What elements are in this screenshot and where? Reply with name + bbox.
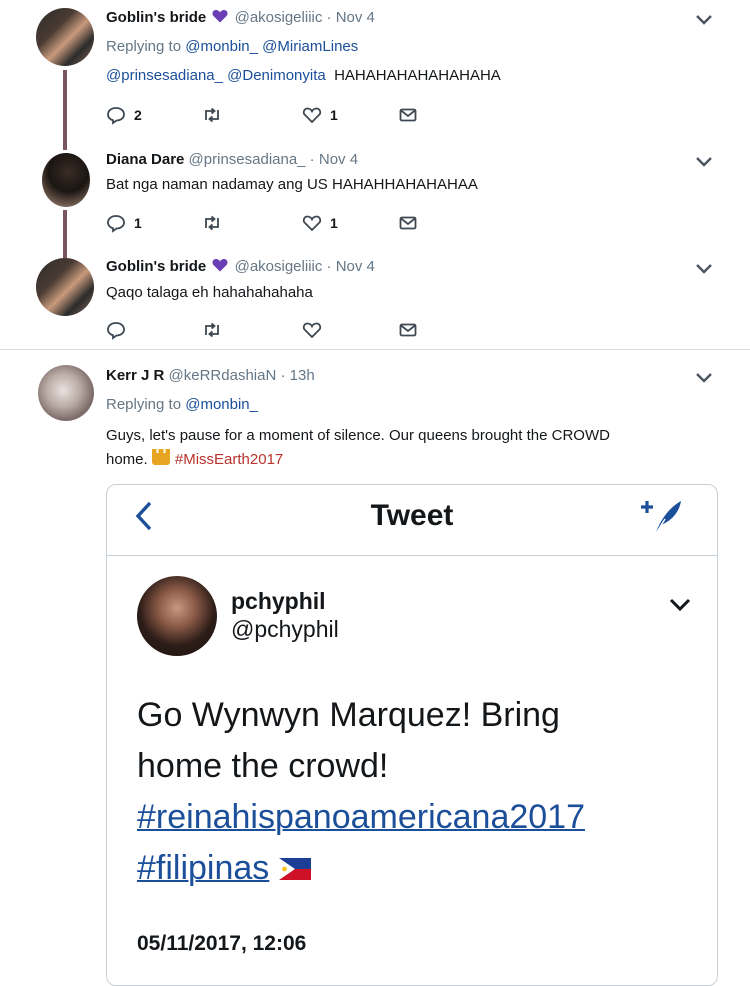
avatar[interactable] <box>42 153 90 207</box>
tweet-text: Bat nga naman nadamay ang US HAHAHHAHAHA… <box>106 176 478 193</box>
avatar[interactable] <box>36 258 94 316</box>
compose-tweet-icon <box>641 501 681 536</box>
embedded-author-handle: @pchyphil <box>231 616 339 642</box>
purple-heart-icon <box>212 259 228 272</box>
replying-to: Replying to @monbin_ @MiriamLines <box>106 38 358 55</box>
embedded-text-line: home the crowd! <box>137 747 389 785</box>
reply-count: 2 <box>134 107 142 123</box>
user-handle[interactable]: @akosigeliiic <box>235 9 323 26</box>
like-button[interactable] <box>302 319 322 341</box>
tweet-text-line: home. #MissEarth2017 <box>106 449 283 468</box>
mention-link[interactable]: @Denimonyita <box>227 67 326 84</box>
tweet-text-line: Guys, let's pause for a moment of silenc… <box>106 427 610 444</box>
embedded-author-name: pchyphil <box>231 588 326 614</box>
tweet-body: HAHAHAHAHAHAHAHA <box>334 67 501 84</box>
embedded-tweet-text: Go Wynwyn Marquez! Bring home the crowd!… <box>137 690 697 894</box>
dm-button[interactable] <box>398 212 418 234</box>
retweet-button[interactable] <box>202 212 222 234</box>
heart-icon <box>302 322 322 339</box>
crown-emoji-icon <box>151 449 170 465</box>
chevron-down-icon[interactable] <box>694 370 714 386</box>
retweet-icon <box>205 107 219 123</box>
timestamp[interactable]: Nov 4 <box>336 258 375 275</box>
embedded-hashtag: #reinahispanoamericana2017 <box>137 798 585 836</box>
embedded-avatar <box>137 576 217 656</box>
separator-dot: · <box>322 9 336 26</box>
reply-mention[interactable]: @MiriamLines <box>262 38 358 55</box>
like-button[interactable]: 1 <box>302 104 338 126</box>
embedded-date: 05/11/2017, 12:06 <box>137 932 307 955</box>
reply-icon <box>107 215 125 233</box>
replying-to-label: Replying to <box>106 396 186 413</box>
tweet-actions <box>106 319 426 341</box>
heart-icon <box>302 215 322 232</box>
heart-icon <box>302 107 322 124</box>
tweet-header: Goblin's bride @akosigeliiic · Nov 4 <box>106 258 375 275</box>
user-handle[interactable]: @akosigeliiic <box>235 258 323 275</box>
envelope-icon <box>399 216 417 230</box>
tweet-text: Qaqo talaga eh hahahahahaha <box>106 284 313 301</box>
mention-link[interactable]: @prinsesadiana_ <box>106 67 223 84</box>
purple-heart-icon <box>212 10 228 23</box>
replying-to: Replying to @monbin_ <box>106 396 258 413</box>
tweet-3[interactable]: Goblin's bride @akosigeliiic · Nov 4 Qaq… <box>0 250 750 350</box>
replying-to-label: Replying to <box>106 38 186 55</box>
retweet-button[interactable] <box>202 319 222 341</box>
like-count: 1 <box>330 215 338 231</box>
philippines-flag-icon <box>279 858 312 880</box>
dm-button[interactable] <box>398 104 418 126</box>
tweet-header: Kerr J R @keRRdashiaN · 13h <box>106 367 315 384</box>
tweet-2[interactable]: Diana Dare @prinsesadiana_ · Nov 4 Bat n… <box>0 140 750 250</box>
display-name[interactable]: Diana Dare <box>106 151 184 168</box>
display-name[interactable]: Kerr J R <box>106 367 164 384</box>
retweet-icon <box>205 215 219 231</box>
tweet-header: Diana Dare @prinsesadiana_ · Nov 4 <box>106 151 358 168</box>
avatar[interactable] <box>36 8 94 66</box>
embedded-header-title: Tweet <box>370 499 454 532</box>
tweet-actions: 2 1 <box>106 104 426 126</box>
tweet-header: Goblin's bride @akosigeliiic · Nov 4 <box>106 9 375 26</box>
like-button[interactable]: 1 <box>302 212 338 234</box>
tweet-actions: 1 1 <box>106 212 426 234</box>
tweet-text: @prinsesadiana_ @Denimonyita HAHAHAHAHAH… <box>106 67 501 84</box>
reply-button[interactable] <box>106 319 126 341</box>
embedded-chevron-down-icon <box>669 598 691 612</box>
reply-count: 1 <box>134 215 142 231</box>
reply-button[interactable]: 1 <box>106 212 142 234</box>
display-name[interactable]: Goblin's bride <box>106 258 206 275</box>
retweet-icon <box>205 322 219 338</box>
timestamp[interactable]: 13h <box>290 367 315 384</box>
chevron-down-icon[interactable] <box>694 154 714 170</box>
reply-icon <box>107 322 125 340</box>
separator-dot: · <box>276 367 290 384</box>
like-count: 1 <box>330 107 338 123</box>
hashtag-link[interactable]: #MissEarth2017 <box>175 451 283 468</box>
display-name[interactable]: Goblin's bride <box>106 9 206 26</box>
chevron-down-icon[interactable] <box>694 12 714 28</box>
user-handle[interactable]: @prinsesadiana_ <box>189 151 306 168</box>
separator-dot: · <box>305 151 319 168</box>
embedded-tweet-screenshot[interactable]: Tweet pchyphil @pchyphil Go Wynwyn Marqu… <box>106 484 718 986</box>
reply-mention[interactable]: @monbin_ <box>185 396 258 413</box>
timestamp[interactable]: Nov 4 <box>336 9 375 26</box>
timestamp[interactable]: Nov 4 <box>319 151 358 168</box>
tweet-1[interactable]: Goblin's bride @akosigeliiic · Nov 4 Rep… <box>0 0 750 140</box>
separator-dot: · <box>322 258 336 275</box>
chevron-down-icon[interactable] <box>694 261 714 277</box>
reply-button[interactable]: 2 <box>106 104 142 126</box>
envelope-icon <box>399 108 417 122</box>
embedded-text-line: Go Wynwyn Marquez! Bring <box>137 696 560 734</box>
envelope-icon <box>399 323 417 337</box>
avatar[interactable] <box>38 365 94 421</box>
reply-mention[interactable]: @monbin_ <box>185 38 258 55</box>
user-handle[interactable]: @keRRdashiaN <box>169 367 277 384</box>
retweet-button[interactable] <box>202 104 222 126</box>
embedded-hashtag: #filipinas <box>137 849 270 887</box>
reply-icon <box>107 107 125 125</box>
embedded-header: Tweet <box>107 485 717 556</box>
dm-button[interactable] <box>398 319 418 341</box>
tweet-text-end: home. <box>106 451 148 468</box>
